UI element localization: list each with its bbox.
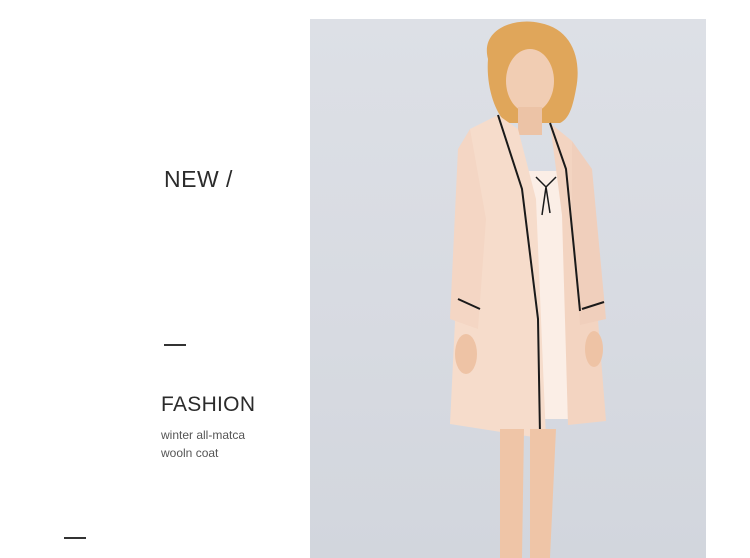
neck bbox=[518, 107, 542, 135]
bottom-divider-dash bbox=[64, 537, 86, 539]
model-illustration bbox=[450, 21, 606, 558]
hand-right bbox=[585, 331, 603, 367]
model-photo bbox=[310, 19, 706, 558]
divider-dash bbox=[164, 344, 186, 346]
fashion-title: FASHION bbox=[161, 393, 256, 416]
hand-left bbox=[455, 334, 477, 374]
legs bbox=[500, 429, 556, 558]
description-line-1: winter all-matca bbox=[161, 428, 246, 442]
new-label: NEW / bbox=[164, 166, 233, 192]
face bbox=[506, 49, 554, 113]
description-line-2: wooln coat bbox=[161, 446, 219, 460]
